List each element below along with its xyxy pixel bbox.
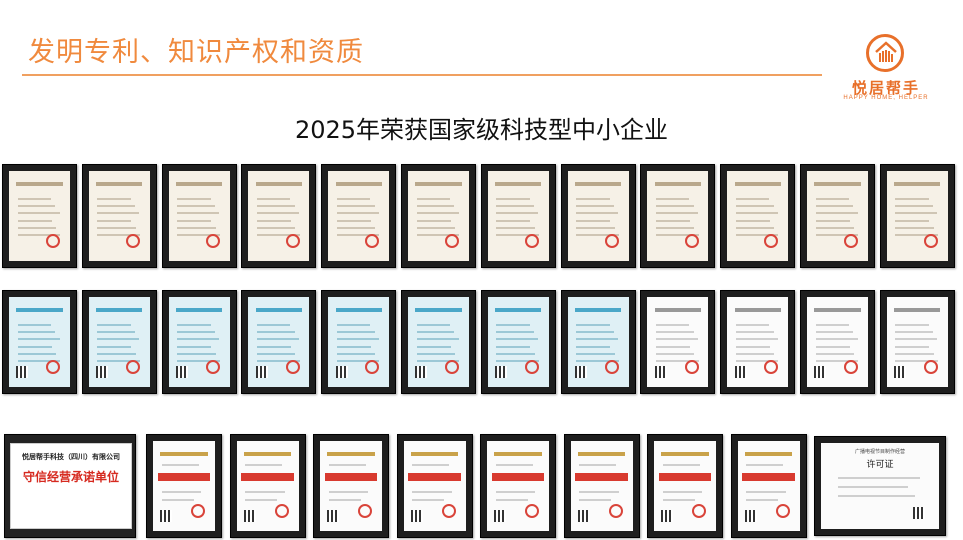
certificate <box>567 171 629 261</box>
certificate <box>727 171 789 261</box>
certificate-frame <box>640 290 716 394</box>
certificate-company: 悦居帮手科技（四川）有限公司 <box>22 453 120 461</box>
certificate-frame <box>720 290 796 394</box>
certificate-frame: 悦居帮手科技（四川）有限公司 守信经营承诺单位 <box>4 434 136 538</box>
certificate-frame <box>229 434 306 538</box>
certificate <box>647 171 709 261</box>
certificate-frame <box>800 164 875 268</box>
honor-certificate <box>487 441 549 531</box>
credit-commitment-certificate: 悦居帮手科技（四川）有限公司 守信经营承诺单位 <box>10 443 132 529</box>
certificate-frame <box>480 434 556 538</box>
certificate <box>408 171 469 261</box>
certificate-frame <box>640 164 716 268</box>
certificate-frame <box>321 290 397 394</box>
certificate <box>88 171 150 261</box>
certificate <box>408 297 469 387</box>
certificate-frame <box>396 434 473 538</box>
certificate <box>807 171 868 261</box>
certificate <box>886 297 948 387</box>
honor-certificate-row: 悦居帮手科技（四川）有限公司 守信经营承诺单位 广播电视节目制作经营 许可证 <box>0 430 963 540</box>
certificate-honor: 守信经营承诺单位 <box>22 470 119 484</box>
certificate-frame <box>647 434 723 538</box>
certificate-frame <box>146 434 222 538</box>
certificate <box>248 297 310 387</box>
certificate-frame <box>720 164 796 268</box>
certificate <box>9 297 70 387</box>
certificate-frame <box>879 290 955 394</box>
honor-certificate <box>403 441 466 531</box>
certificate <box>88 297 150 387</box>
certificate <box>328 171 390 261</box>
certificate-frame: 广播电视节目制作经营 许可证 <box>814 436 946 536</box>
certificate-frame <box>563 434 640 538</box>
certificate-frame <box>241 164 317 268</box>
house-hand-logo-icon <box>866 34 904 72</box>
honor-certificate <box>236 441 299 531</box>
license-org: 广播电视节目制作经营 <box>854 449 905 456</box>
certificate-frame <box>730 434 807 538</box>
license-title: 许可证 <box>866 459 894 470</box>
main-title: 2025年荣获国家级科技型中小企业 <box>294 116 669 144</box>
certificate <box>886 171 948 261</box>
certificate-frame <box>2 290 77 394</box>
honor-certificate <box>570 441 633 531</box>
certificate <box>168 297 230 387</box>
certificate-frame <box>161 164 237 268</box>
certificate <box>168 171 230 261</box>
certificate-frame <box>480 164 556 268</box>
certificate <box>807 297 868 387</box>
certificate <box>567 297 629 387</box>
certificate-frame <box>321 164 397 268</box>
patent-certificate-row <box>0 160 963 270</box>
broadcast-license-certificate: 广播电视节目制作经营 许可证 <box>821 443 939 529</box>
certificate <box>9 171 70 261</box>
certificate-frame <box>241 290 317 394</box>
certificate-frame <box>161 290 237 394</box>
certificate-frame <box>313 434 389 538</box>
honor-certificate <box>737 441 800 531</box>
certificate-frame <box>2 164 77 268</box>
certificate-frame <box>401 290 476 394</box>
honor-certificate <box>320 441 382 531</box>
copyright-certificate-row <box>0 288 963 398</box>
honor-certificate <box>153 441 215 531</box>
header-rule <box>22 74 822 76</box>
certificate <box>487 297 549 387</box>
certificate-frame <box>560 290 636 394</box>
certificate-frame <box>401 164 476 268</box>
honor-certificate <box>654 441 716 531</box>
certificate <box>328 297 390 387</box>
certificate <box>487 171 549 261</box>
certificate <box>248 171 310 261</box>
certificate-frame <box>81 290 157 394</box>
logo-subtitle: HAPPY HOME, HELPER <box>843 95 929 101</box>
certificate-frame <box>879 164 955 268</box>
certificate <box>727 297 789 387</box>
certificate-frame <box>81 164 157 268</box>
certificate-frame <box>480 290 556 394</box>
certificate-frame <box>560 164 636 268</box>
certificate-frame <box>800 290 875 394</box>
brand-logo: 悦居帮手 HAPPY HOME, HELPER <box>836 34 936 102</box>
certificate <box>647 297 709 387</box>
header-title: 发明专利、知识产权和资质 <box>28 37 364 68</box>
